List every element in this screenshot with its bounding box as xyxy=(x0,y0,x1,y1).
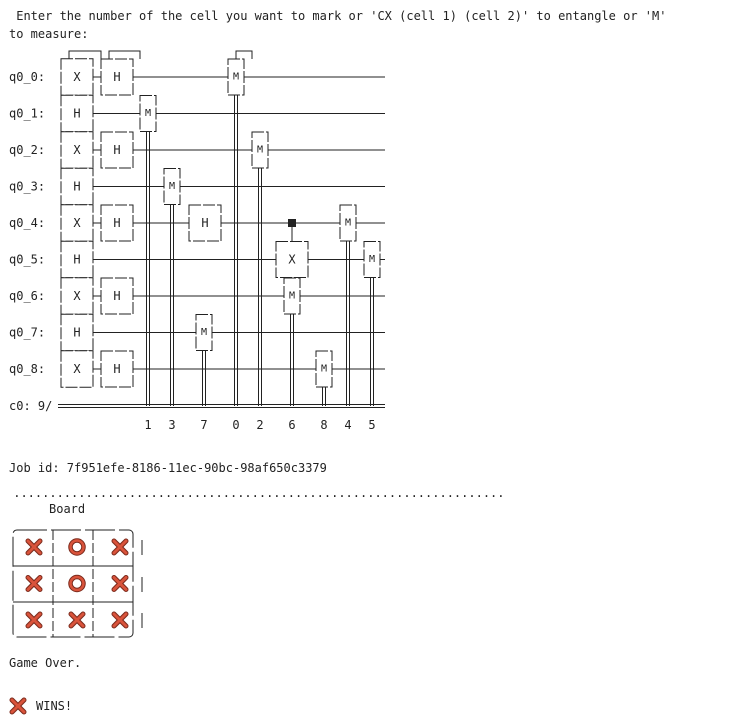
cell-8-x-mark xyxy=(112,612,128,628)
quantum-circuit-diagram: q0_0: q0_1: q0_2: q0_3: q0_4: q0_5: q0_6: q0_7:… xyxy=(9,50,385,432)
measure-gate-q5-label: M xyxy=(369,254,375,265)
prompt-line-2: to measure: xyxy=(9,27,89,41)
classical-bit-label-4: 4 xyxy=(344,418,351,432)
qubit-label-2: q0_2: xyxy=(9,143,45,157)
classical-bit-label-8: 8 xyxy=(320,418,327,432)
qubit-label-4: q0_4: xyxy=(9,216,45,230)
classical-bit-label-7: 7 xyxy=(200,418,207,432)
first-layer-gate-7-label: H xyxy=(73,326,80,340)
cell-7-x-mark xyxy=(69,612,85,628)
first-layer-gate-1-label: H xyxy=(73,107,80,121)
tic-tac-toe-board xyxy=(12,529,143,638)
measure-gate-q4-label: M xyxy=(345,218,351,229)
cell-6-x-mark xyxy=(26,612,42,628)
qubit-label-0: q0_0: xyxy=(9,70,45,84)
measure-gate-q1-label: M xyxy=(145,108,151,119)
classical-bit-label-5: 5 xyxy=(368,418,375,432)
h-gate-q0-label: H xyxy=(113,70,120,84)
cell-3-x-mark xyxy=(26,576,42,591)
first-layer-gate-2-label: X xyxy=(73,143,81,157)
barrier-bracket-1 xyxy=(68,50,102,59)
h-gate-q6-label: H xyxy=(113,289,120,303)
prompt-line-1: Enter the number of the cell you want to… xyxy=(9,9,667,23)
h-gate-q2-label: H xyxy=(113,143,120,157)
measure-gate-q6-label: M xyxy=(289,291,295,302)
first-layer-gate-8-label: X xyxy=(73,362,81,376)
qubit-label-5: q0_5: xyxy=(9,253,45,267)
measure-gate-q3-label: M xyxy=(169,181,175,192)
separator-line: ........................................… xyxy=(6,486,505,500)
cell-5-x-mark xyxy=(112,576,128,591)
first-layer-gate-4-label: X xyxy=(73,216,81,230)
barrier-bracket-3 xyxy=(235,50,253,59)
classical-bit-label-1: 1 xyxy=(144,418,151,432)
measure-gate-q7-label: M xyxy=(201,327,207,338)
h-gate-extra-q4-label: H xyxy=(201,216,208,230)
winner-text: WINS! xyxy=(36,699,73,713)
measure-gate-q2-label: M xyxy=(257,145,263,156)
classical-register-label: c0: 9/ xyxy=(9,399,52,413)
h-gate-q4-label: H xyxy=(113,216,120,230)
board-title: Board xyxy=(49,502,86,516)
first-layer-gate-3-label: H xyxy=(73,180,80,194)
cx-control-dot xyxy=(288,219,296,227)
cell-0-x-mark xyxy=(26,539,42,555)
job-id: Job id: 7f951efe-8186-11ec-90bc-98af650c… xyxy=(9,461,327,475)
measure-gate-q8-label: M xyxy=(321,364,327,375)
winner-cross-icon xyxy=(9,697,27,715)
cell-2-x-mark xyxy=(112,539,128,555)
qubit-label-8: q0_8: xyxy=(9,362,45,376)
measure-gate-q0-label: M xyxy=(233,72,239,83)
cx-target-gate-label: X xyxy=(288,253,296,267)
classical-bit-label-6: 6 xyxy=(288,418,295,432)
barrier-bracket-2 xyxy=(108,50,141,59)
qubit-label-3: q0_3: xyxy=(9,180,45,194)
first-layer-gate-6-label: X xyxy=(73,289,81,303)
classical-bit-label-3: 3 xyxy=(168,418,175,432)
h-gate-q8-label: H xyxy=(113,362,120,376)
game-over-text: Game Over. xyxy=(9,656,82,670)
qubit-label-1: q0_1: xyxy=(9,107,45,121)
classical-bit-label-0: 0 xyxy=(232,418,239,432)
qubit-label-7: q0_7: xyxy=(9,326,45,340)
first-layer-gate-5-label: H xyxy=(73,253,80,267)
first-layer-gate-0-label: X xyxy=(73,70,81,84)
qubit-label-6: q0_6: xyxy=(9,289,45,303)
classical-bit-label-2: 2 xyxy=(256,418,263,432)
